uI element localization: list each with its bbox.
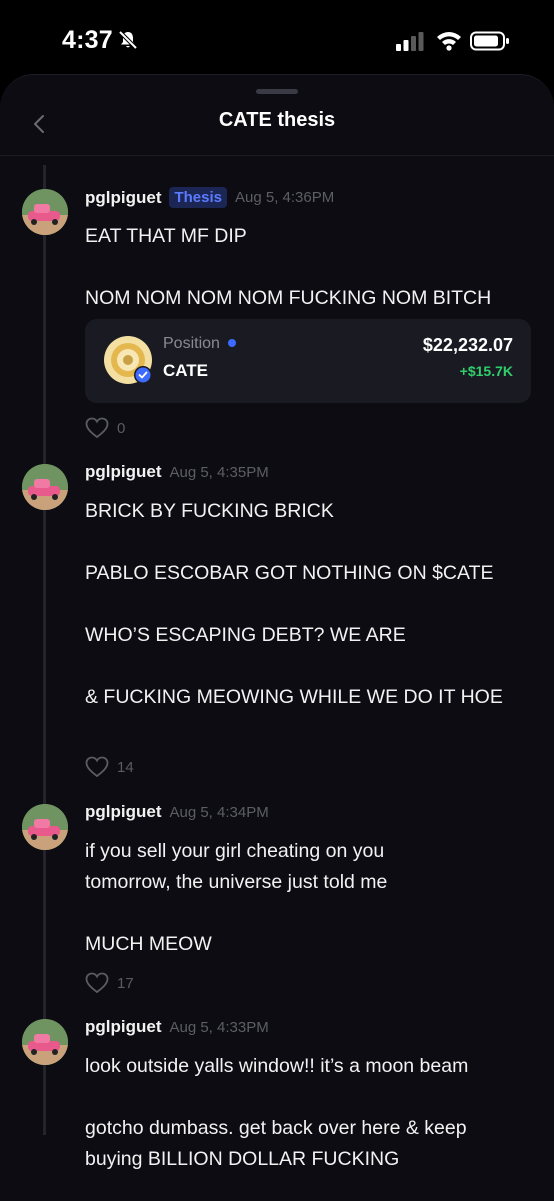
signal-icon xyxy=(396,32,424,51)
status-bar: 4:37 xyxy=(0,0,554,74)
avatar-image xyxy=(22,464,68,510)
post-line: BRICK BY FUCKING BRICK xyxy=(85,500,334,522)
position-dot xyxy=(227,338,236,347)
like-button[interactable]: 17 xyxy=(85,972,134,994)
timestamp: Aug 5, 4:35PM xyxy=(169,463,269,481)
timestamp: Aug 5, 4:34PM xyxy=(169,803,269,821)
coin-icon xyxy=(104,336,152,384)
post-body: if you sell your girl cheating on you to… xyxy=(85,836,465,960)
thread-connector xyxy=(43,165,46,1135)
timestamp: Aug 5, 4:36PM xyxy=(235,189,335,206)
position-label-row: Position xyxy=(163,335,236,353)
post-meta: pglpiguet Aug 5, 4:35PM xyxy=(85,462,269,482)
bell-off-icon xyxy=(118,30,138,50)
like-button[interactable]: 14 xyxy=(85,756,134,778)
sheet-grabber[interactable] xyxy=(256,89,298,94)
post-line: MUCH MEOW xyxy=(85,933,212,955)
status-time: 4:37 xyxy=(62,26,113,54)
like-count: 14 xyxy=(117,758,134,776)
post-line: & FUCKING MEOWING WHILE WE DO IT HOE xyxy=(85,686,503,708)
post-meta: pglpiguet Aug 5, 4:34PM xyxy=(85,802,269,822)
position-pnl: +$15.7K xyxy=(459,363,513,379)
like-count: 17 xyxy=(117,974,134,992)
page-title: CATE thesis xyxy=(218,109,336,131)
post-line: gotcho dumbass. get back over here & kee… xyxy=(85,1117,467,1170)
timestamp: Aug 5, 4:33PM xyxy=(169,1018,269,1036)
post-line: NOM NOM NOM NOM FUCKING NOM BITCH xyxy=(85,287,492,309)
like-button[interactable]: 0 xyxy=(85,417,125,439)
username[interactable]: pglpiguet xyxy=(85,802,161,822)
username[interactable]: pglpiguet xyxy=(85,1017,161,1037)
post-line: PABLO ESCOBAR GOT NOTHING ON $CATE xyxy=(85,562,494,584)
heart-icon xyxy=(85,417,109,439)
verified-icon xyxy=(135,367,151,383)
position-label: Position xyxy=(163,335,220,352)
heart-icon xyxy=(85,972,109,994)
position-card[interactable]: Position CATE $22,232.07 +$15.7K xyxy=(85,319,531,403)
battery-icon xyxy=(470,31,509,51)
post-line: look outside yalls window!! it’s a moon … xyxy=(85,1055,469,1077)
post-meta: pglpiguet Aug 5, 4:33PM xyxy=(85,1017,269,1037)
avatar[interactable] xyxy=(22,804,68,850)
like-count: 0 xyxy=(117,419,126,437)
post-body: BRICK BY FUCKING BRICK PABLO ESCOBAR GOT… xyxy=(85,496,535,713)
avatar-image xyxy=(22,189,68,235)
wifi-icon xyxy=(437,32,461,51)
username[interactable]: pglpiguet xyxy=(85,188,161,208)
position-value: $22,232.07 xyxy=(422,335,513,355)
post-body: EAT THAT MF DIP NOM NOM NOM NOM FUCKING … xyxy=(85,221,535,314)
post-line: WHO’S ESCAPING DEBT? WE ARE xyxy=(85,624,406,646)
post-body: look outside yalls window!! it’s a moon … xyxy=(85,1051,505,1175)
username[interactable]: pglpiguet xyxy=(85,462,161,482)
heart-icon xyxy=(85,756,109,778)
avatar-image xyxy=(22,1019,68,1065)
avatar-image xyxy=(22,804,68,850)
thesis-tag: Thesis xyxy=(169,187,228,208)
avatar[interactable] xyxy=(22,189,68,235)
avatar[interactable] xyxy=(22,1019,68,1065)
header-divider xyxy=(0,155,554,156)
post-meta: pglpiguet Thesis Aug 5, 4:36PM xyxy=(85,187,334,208)
post-line: EAT THAT MF DIP xyxy=(85,225,247,247)
post-line: if you sell your girl cheating on you to… xyxy=(85,840,388,893)
position-ticker: CATE xyxy=(163,361,209,380)
avatar[interactable] xyxy=(22,464,68,510)
